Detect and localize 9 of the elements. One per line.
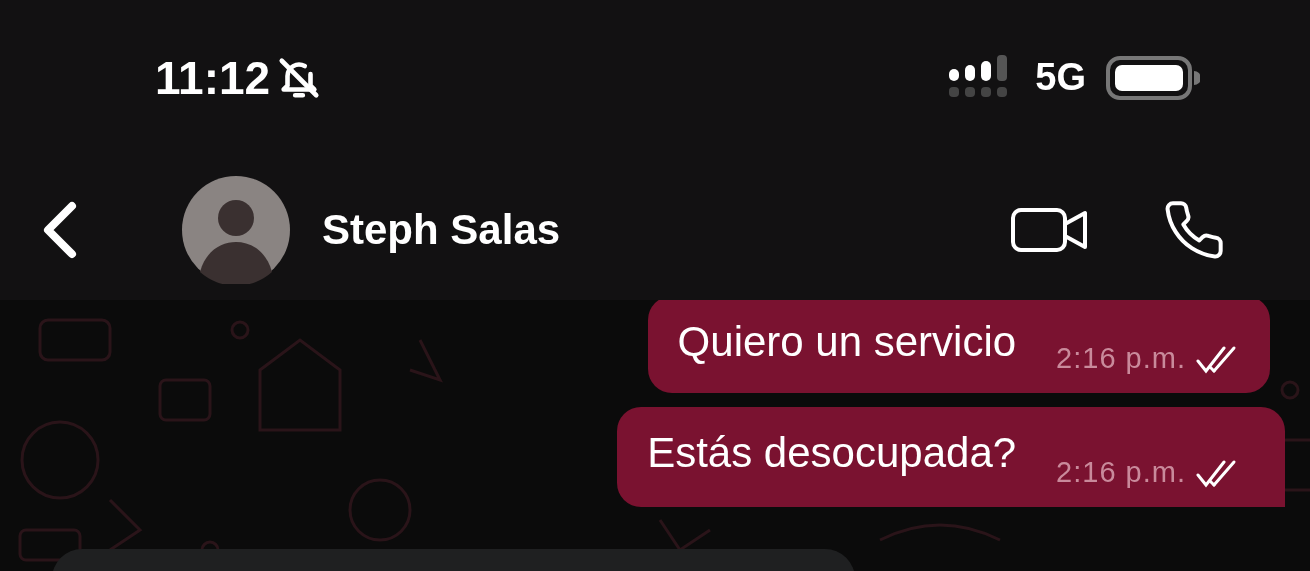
battery-icon (1106, 55, 1200, 100)
network-label: 5G (1035, 56, 1086, 99)
message-time: 2:16 p.m. (1056, 456, 1186, 489)
clock-time: 11:12 (155, 50, 271, 105)
avatar[interactable] (182, 175, 290, 284)
message-time: 2:16 p.m. (1056, 342, 1186, 375)
message-text: Estás desocupada? (647, 429, 1017, 477)
message-text: Quiero un servicio (677, 318, 1017, 366)
contact-name[interactable]: Steph Salas (322, 205, 1010, 254)
